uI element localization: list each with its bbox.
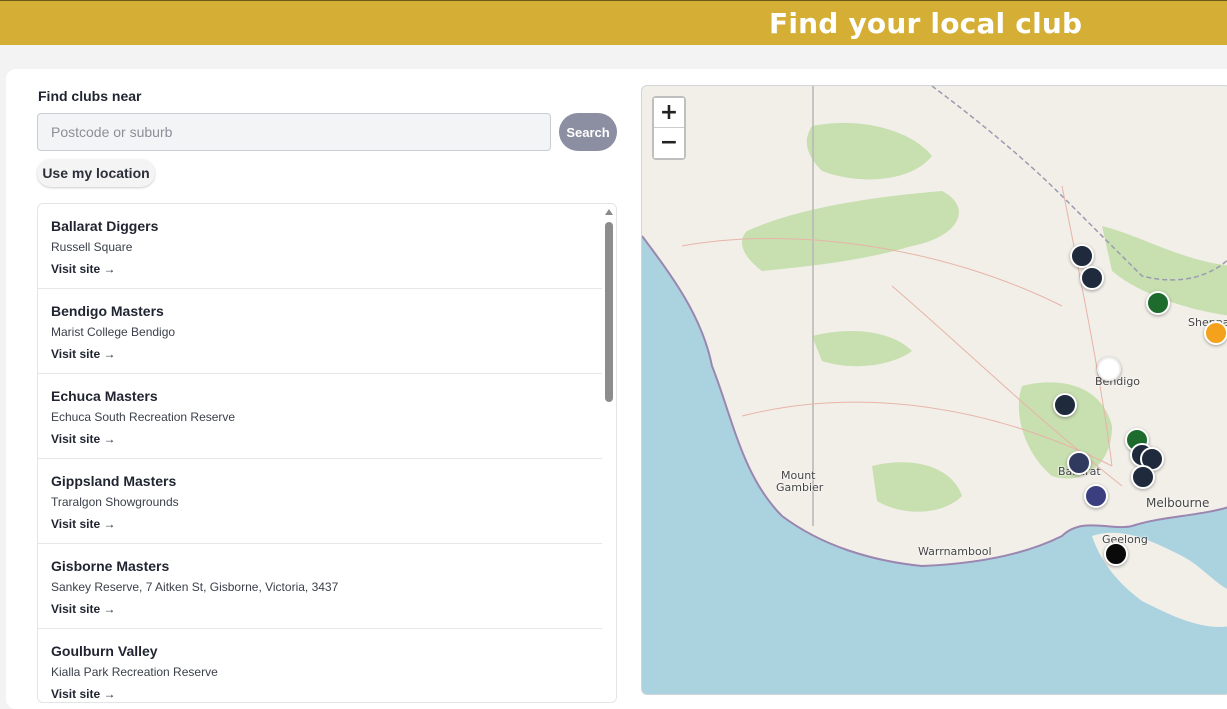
club-name: Gippsland Masters bbox=[51, 473, 177, 489]
list-item: Gippsland Masters Traralgon Showgrounds … bbox=[38, 459, 602, 544]
club-list[interactable]: Ballarat Diggers Russell Square Visit si… bbox=[37, 203, 617, 703]
header-banner: Find your local club bbox=[0, 0, 1227, 45]
visit-site-link[interactable]: Visit site → bbox=[51, 602, 602, 616]
club-venue: Sankey Reserve, 7 Aitken St, Gisborne, V… bbox=[51, 580, 339, 594]
zoom-control: + − bbox=[652, 96, 686, 160]
club-venue: Traralgon Showgrounds bbox=[51, 495, 179, 509]
list-item: Goulburn Valley Kialla Park Recreation R… bbox=[38, 629, 602, 702]
list-item: Gisborne Masters Sankey Reserve, 7 Aitke… bbox=[38, 544, 602, 629]
club-name: Gisborne Masters bbox=[51, 558, 170, 574]
scroll-up-arrow-icon[interactable] bbox=[605, 209, 613, 215]
club-venue: Echuca South Recreation Reserve bbox=[51, 410, 236, 424]
club-marker[interactable] bbox=[1067, 451, 1091, 475]
club-marker[interactable] bbox=[1097, 357, 1121, 381]
search-button[interactable]: Search bbox=[559, 113, 617, 151]
club-venue: Kialla Park Recreation Reserve bbox=[51, 665, 218, 679]
club-marker[interactable] bbox=[1146, 291, 1170, 315]
use-my-location-button[interactable]: Use my location bbox=[37, 159, 155, 187]
club-name: Bendigo Masters bbox=[51, 303, 164, 319]
list-item: Ballarat Diggers Russell Square Visit si… bbox=[38, 204, 602, 289]
list-item: Echuca Masters Echuca South Recreation R… bbox=[38, 374, 602, 459]
club-marker[interactable] bbox=[1080, 266, 1104, 290]
club-marker[interactable] bbox=[1053, 393, 1077, 417]
scroll-thumb[interactable] bbox=[605, 222, 613, 402]
place-label: Melbourne bbox=[1146, 496, 1210, 510]
place-label: Warrnambool bbox=[918, 545, 992, 558]
club-name: Ballarat Diggers bbox=[51, 218, 159, 234]
club-venue: Marist College Bendigo bbox=[51, 325, 176, 339]
club-marker[interactable] bbox=[1131, 465, 1155, 489]
list-scrollbar[interactable] bbox=[602, 204, 616, 702]
zoom-out-button[interactable]: − bbox=[654, 128, 684, 158]
list-item: Bendigo Masters Marist College Bendigo V… bbox=[38, 289, 602, 374]
place-label: Gambier bbox=[776, 481, 824, 494]
visit-site-link[interactable]: Visit site → bbox=[51, 347, 602, 361]
club-marker[interactable] bbox=[1084, 484, 1108, 508]
visit-site-link[interactable]: Visit site → bbox=[51, 517, 602, 531]
ocean-area bbox=[642, 466, 722, 606]
visit-site-link[interactable]: Visit site → bbox=[51, 687, 602, 701]
club-name: Echuca Masters bbox=[51, 388, 158, 404]
zoom-in-button[interactable]: + bbox=[654, 98, 684, 128]
visit-site-link[interactable]: Visit site → bbox=[51, 262, 602, 276]
club-marker[interactable] bbox=[1104, 542, 1128, 566]
visit-site-link[interactable]: Visit site → bbox=[51, 432, 602, 446]
search-input[interactable] bbox=[37, 113, 551, 151]
club-marker[interactable] bbox=[1204, 321, 1227, 345]
club-marker[interactable] bbox=[1070, 244, 1094, 268]
club-name: Goulburn Valley bbox=[51, 643, 158, 659]
page-title: Find your local club bbox=[769, 7, 1083, 40]
search-label: Find clubs near bbox=[38, 88, 142, 104]
club-venue: Russell Square bbox=[51, 240, 133, 254]
club-map[interactable]: + − Mount Gambier Warrnambool Bendigo Ba… bbox=[641, 85, 1227, 695]
map-tiles bbox=[642, 86, 1227, 627]
